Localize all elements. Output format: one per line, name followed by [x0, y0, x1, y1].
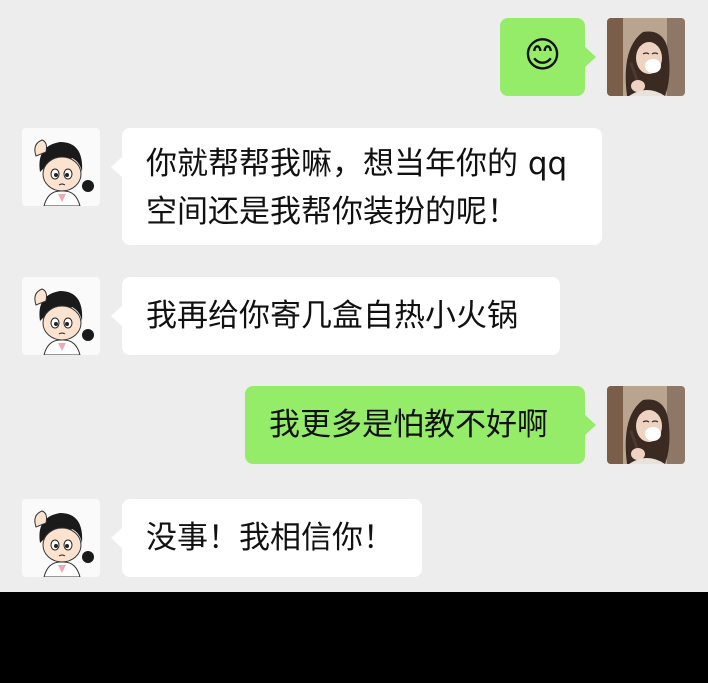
woman-photo-avatar-icon [607, 386, 685, 464]
cartoon-girl-avatar-icon [22, 128, 100, 206]
message-text-line: 空间还是我帮你装扮的呢！ [146, 194, 518, 230]
bottom-black-bar [0, 592, 708, 683]
message-text-line: 你就帮帮我嘛，想当年你的 qq [146, 146, 568, 182]
incoming-message-bubble[interactable]: 我再给你寄几盒自热小火锅 [111, 277, 560, 355]
smiling-face-emoji: 😊 [523, 35, 562, 76]
cartoon-girl-avatar-icon [22, 277, 100, 355]
message-text-line: 我更多是怕教不好啊 [269, 407, 548, 443]
incoming-message-bubble[interactable]: 没事！我相信你！ [111, 499, 422, 577]
incoming-avatar[interactable] [22, 277, 100, 355]
outgoing-message-bubble[interactable]: 我更多是怕教不好啊 [245, 386, 596, 464]
woman-photo-avatar-icon [607, 18, 685, 96]
message-text-line: 没事！我相信你！ [146, 520, 394, 556]
cartoon-girl-avatar-icon [22, 499, 100, 577]
incoming-message-bubble[interactable]: 你就帮帮我嘛，想当年你的 qq 空间还是我帮你装扮的呢！ [111, 128, 602, 245]
incoming-avatar[interactable] [22, 128, 100, 206]
outgoing-message-bubble[interactable]: 😊 [500, 18, 596, 96]
outgoing-avatar[interactable] [607, 386, 685, 464]
chat-area: 😊 你就帮帮我嘛，想当年你的 qq 空间还是我帮你装扮的呢！ 我再给你寄几盒自热… [0, 0, 708, 592]
incoming-avatar[interactable] [22, 499, 100, 577]
outgoing-avatar[interactable] [607, 18, 685, 96]
message-text-line: 我再给你寄几盒自热小火锅 [146, 298, 518, 334]
